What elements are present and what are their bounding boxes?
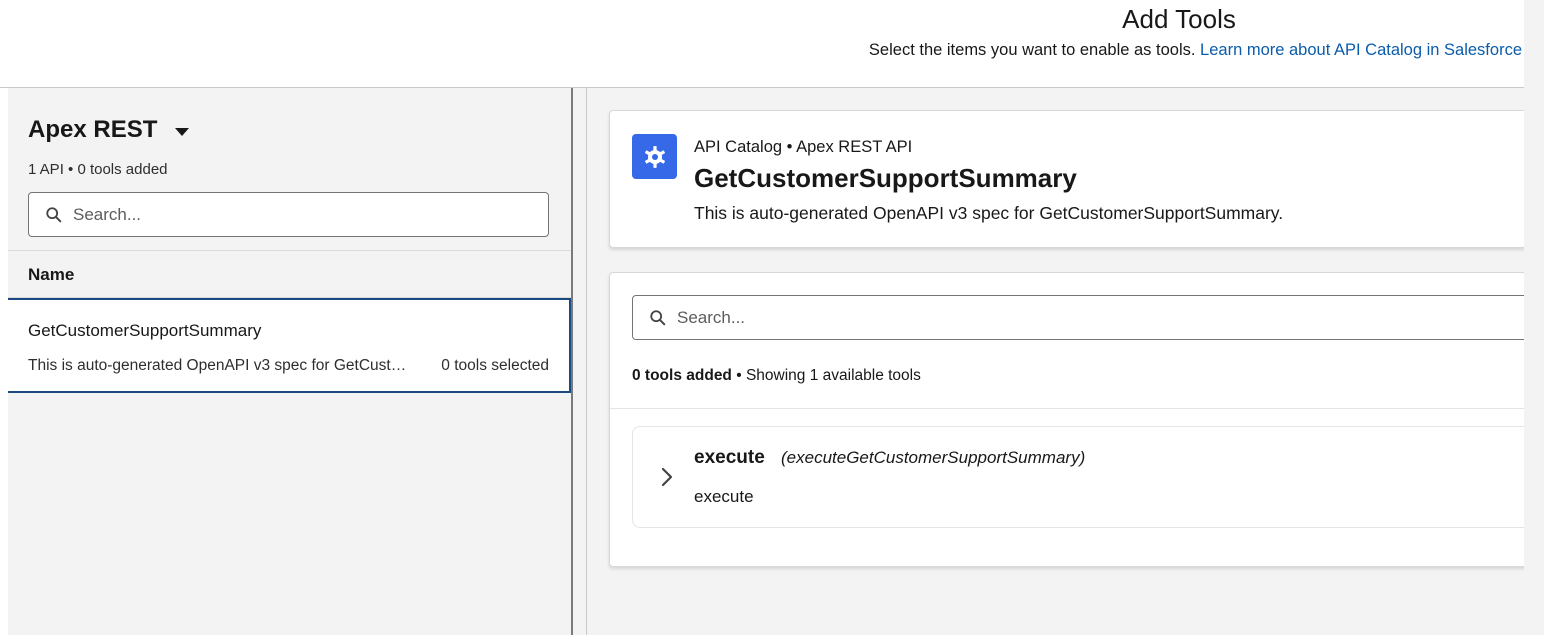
scrollbar-track[interactable] bbox=[1524, 0, 1544, 635]
caret-down-icon bbox=[175, 128, 190, 136]
tool-operation-id: (executeGetCustomerSupportSummary) bbox=[781, 448, 1086, 467]
api-detail-panel: API Catalog • Apex REST API GetCustomerS… bbox=[587, 88, 1540, 635]
api-list-item[interactable]: GetCustomerSupportSummary This is auto-g… bbox=[8, 298, 571, 393]
tools-card: 0 tools added • Showing 1 available tool… bbox=[609, 272, 1540, 567]
api-type-dropdown[interactable]: Apex REST bbox=[28, 116, 190, 144]
search-icon bbox=[650, 309, 666, 325]
api-search-input[interactable] bbox=[73, 204, 548, 225]
subtitle-text: Select the items you want to enable as t… bbox=[868, 41, 1196, 59]
api-list-panel: Apex REST 1 API • 0 tools added Name Get… bbox=[8, 88, 571, 635]
tool-description: execute bbox=[694, 487, 754, 506]
gear-icon bbox=[632, 134, 677, 179]
search-icon bbox=[46, 206, 62, 222]
chevron-right-icon[interactable] bbox=[657, 465, 677, 489]
api-search-box[interactable] bbox=[28, 192, 549, 237]
api-title: GetCustomerSupportSummary bbox=[694, 163, 1077, 193]
modal-header: Add Tools Select the items you want to e… bbox=[0, 0, 1544, 88]
tools-showing-count: • Showing 1 available tools bbox=[731, 367, 921, 384]
name-column-label: Name bbox=[28, 265, 75, 284]
divider bbox=[610, 408, 1540, 409]
learn-more-link[interactable]: Learn more about API Catalog in Salesfor… bbox=[1200, 41, 1522, 59]
tools-added-count: 0 tools added bbox=[632, 367, 732, 384]
tools-search-box[interactable] bbox=[632, 295, 1540, 340]
api-meta-text: 1 API • 0 tools added bbox=[28, 161, 168, 178]
panel-resize-handle[interactable] bbox=[571, 88, 587, 635]
tools-search-input[interactable] bbox=[677, 307, 1539, 328]
api-item-title: GetCustomerSupportSummary bbox=[28, 321, 262, 340]
api-breadcrumb: API Catalog • Apex REST API bbox=[694, 138, 913, 156]
api-description: This is auto-generated OpenAPI v3 spec f… bbox=[694, 203, 1284, 223]
api-item-tool-count: 0 tools selected bbox=[441, 357, 549, 374]
modal-subtitle: Select the items you want to enable as t… bbox=[869, 41, 1522, 60]
tools-summary: 0 tools added • Showing 1 available tool… bbox=[632, 367, 921, 385]
api-type-label: Apex REST bbox=[28, 116, 158, 143]
api-item-description: This is auto-generated OpenAPI v3 spec f… bbox=[28, 357, 410, 374]
tool-item[interactable]: execute (executeGetCustomerSupportSummar… bbox=[632, 426, 1540, 528]
tool-name: execute bbox=[694, 447, 765, 468]
modal-title: Add Tools bbox=[1122, 4, 1236, 34]
api-info-card: API Catalog • Apex REST API GetCustomerS… bbox=[609, 110, 1539, 248]
name-column-header: Name bbox=[8, 250, 571, 298]
